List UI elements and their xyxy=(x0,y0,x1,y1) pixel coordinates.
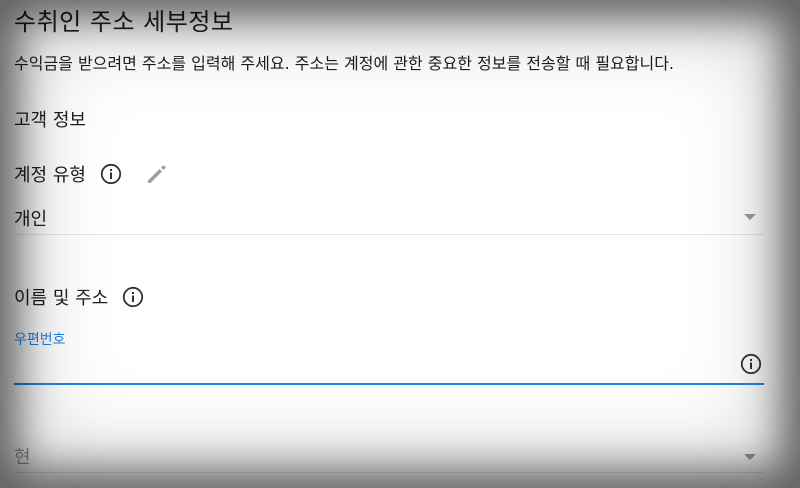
postal-code-underline xyxy=(14,383,764,385)
account-type-label-row: 계정 유형 xyxy=(14,161,170,187)
state-select[interactable]: 현 xyxy=(14,441,764,473)
postal-code-input[interactable] xyxy=(14,351,714,377)
account-type-label: 계정 유형 xyxy=(14,165,86,186)
state-underline xyxy=(14,472,764,473)
account-type-underline xyxy=(14,234,764,235)
section-title-customer-info: 고객 정보 xyxy=(14,110,86,131)
name-address-label: 이름 및 주소 xyxy=(14,288,109,309)
dropdown-arrow-icon[interactable] xyxy=(744,214,756,220)
account-type-select[interactable]: 개인 xyxy=(14,203,764,235)
dropdown-arrow-icon[interactable] xyxy=(744,454,756,460)
state-placeholder: 현 xyxy=(14,447,31,468)
postal-code-field[interactable]: 우편번호 xyxy=(14,329,764,385)
pencil-icon[interactable] xyxy=(144,161,170,187)
account-type-value: 개인 xyxy=(14,209,48,230)
page-description: 수익금을 받으려면 주소를 입력해 주세요. 주소는 계정에 관한 중요한 정보… xyxy=(14,54,675,73)
page-title: 수취인 주소 세부정보 xyxy=(14,8,234,36)
name-address-label-row: 이름 및 주소 xyxy=(14,284,144,310)
postal-code-label: 우편번호 xyxy=(14,332,66,348)
info-icon[interactable] xyxy=(740,353,762,375)
info-icon[interactable] xyxy=(100,163,122,185)
info-icon[interactable] xyxy=(122,286,144,308)
